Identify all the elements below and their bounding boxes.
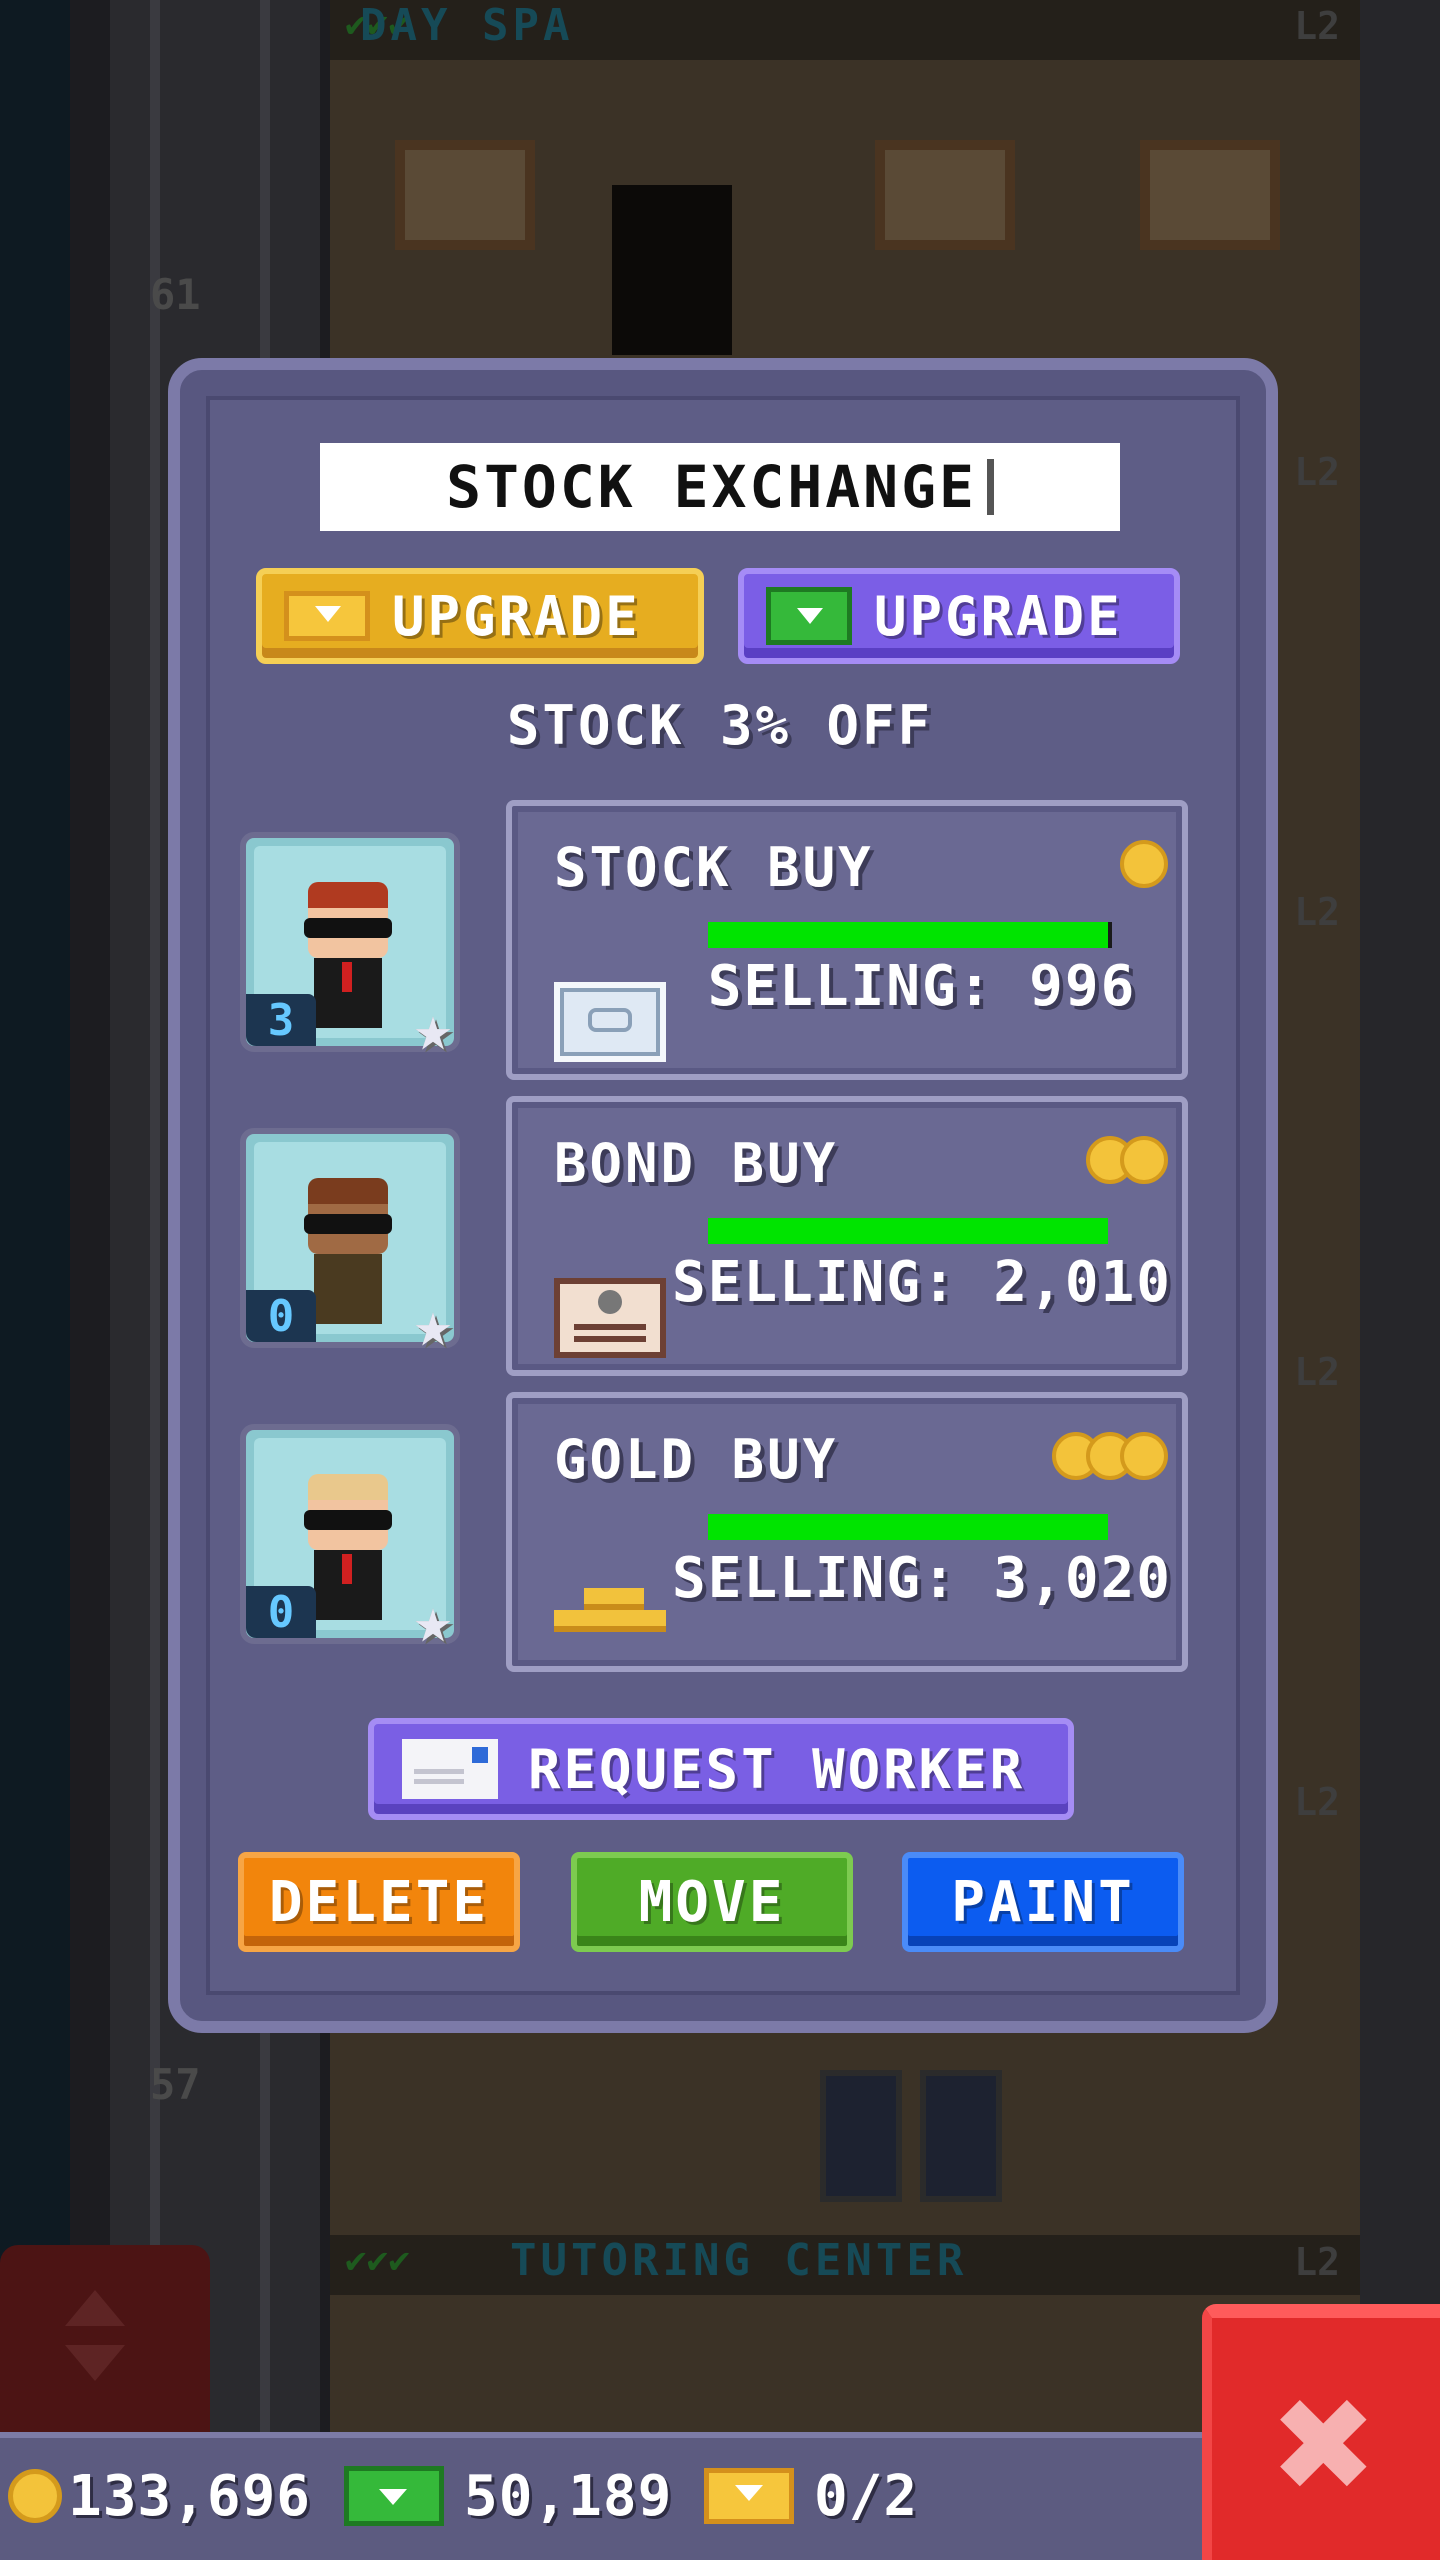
stock-progress-bar [708,1218,1108,1244]
product-coin-cost [1052,1432,1168,1486]
text-cursor [986,459,994,515]
product-name: BOND BUY [554,1132,839,1195]
wall-window [820,2070,902,2202]
vip-counter: 0/2 [704,2460,918,2532]
delete-label: DELETE [268,1869,490,1935]
coin-icon [1120,840,1168,888]
star-icon: ★ [413,1584,453,1658]
sky-strip [0,0,70,2560]
coins-counter: 133,696 [8,2460,311,2532]
wall-picture [875,140,1015,250]
close-icon: ✖ [1274,2345,1378,2543]
request-worker-button[interactable]: REQUEST WORKER [368,1718,1074,1820]
star-icon: ★ [413,992,453,1066]
worker-suit [314,1254,382,1324]
sunglasses-icon [304,918,392,938]
arrow-up-icon [65,2290,125,2326]
worker-hair [308,882,388,908]
upgrade-bux-button[interactable]: UPGRADE [256,568,704,664]
floor-number: 61 [150,270,201,319]
worker-level-badge: 0 [246,1586,316,1638]
upgrade-cash-button[interactable]: UPGRADE [738,568,1180,664]
product-name: STOCK BUY [554,836,874,899]
product-bond-buy[interactable]: BOND BUY SELLING: 2,010 [506,1096,1188,1376]
elevator-rail [150,0,160,2560]
floor-level: L2 [1294,450,1340,494]
worker-hair [308,1474,388,1500]
delete-button[interactable]: DELETE [238,1852,520,1952]
move-button[interactable]: MOVE [571,1852,853,1952]
bux-value: 50,189 [464,2463,673,2529]
cash-icon [344,2466,444,2526]
floor-checks: ✔✔✔ [345,2240,411,2281]
floor-name-top: DAY SPA [360,0,574,51]
product-gold-buy[interactable]: GOLD BUY SELLING: 3,020 [506,1392,1188,1672]
bux-icon [704,2468,794,2524]
star-icon: ★ [413,1288,453,1362]
product-stock-buy[interactable]: STOCK BUY SELLING: 996 [506,800,1188,1080]
floor-level: L2 [1294,890,1340,934]
upgrade-cash-label: UPGRADE [874,584,1123,648]
floor-name-text: STOCK EXCHANGE [446,453,977,521]
worker-slot-3[interactable]: 0 ★ [240,1424,460,1653]
worker-slot-2[interactable]: 0 ★ [240,1128,460,1357]
sunglasses-icon [304,1510,392,1530]
coin-icon [8,2469,62,2523]
request-worker-label: REQUEST WORKER [528,1737,1026,1801]
product-selling-text: SELLING: 2,010 [672,1250,1173,1315]
coin-icon [1120,1432,1168,1480]
paint-button[interactable]: PAINT [902,1852,1184,1952]
floor-level: L2 [1294,1350,1340,1394]
wall-picture [1140,140,1280,250]
move-label: MOVE [638,1869,786,1935]
worker-slot-1[interactable]: 3 ★ [240,832,460,1061]
coin-icon [1120,1136,1168,1184]
bux-counter: 50,189 [344,2460,672,2532]
doorway [612,185,732,355]
product-coin-cost [1086,1136,1168,1190]
floor-level: L2 [1294,1780,1340,1824]
stock-progress-bar [708,922,1112,948]
paint-label: PAINT [951,1869,1135,1935]
gold-bars-icon [554,1588,666,1648]
wall-window [920,2070,1002,2202]
product-selling-text: SELLING: 996 [707,954,1137,1019]
floor-number: 57 [150,2060,201,2109]
vip-value: 0/2 [814,2463,919,2529]
wall-picture [395,140,535,250]
stock-progress-bar [708,1514,1108,1540]
worker-tie [342,1554,352,1584]
product-coin-cost [1120,840,1168,894]
bond-icon [554,1278,666,1358]
stock-certificate-icon [554,982,666,1062]
close-button[interactable]: ✖ [1202,2304,1440,2560]
scroll-strip [1360,0,1440,2560]
arrow-down-icon [65,2345,125,2381]
floor-name-input[interactable]: STOCK EXCHANGE [320,443,1120,531]
worker-level-badge: 0 [246,1290,316,1342]
bux-icon [284,591,370,641]
floor-level-bottom: L2 [1294,2240,1340,2284]
worker-level-badge: 3 [246,994,316,1046]
upgrade-bux-label: UPGRADE [392,584,641,648]
floor-name-bottom: TUTORING CENTER [510,2235,968,2286]
worker-hair [308,1178,388,1204]
floor-level-top: L2 [1294,4,1340,48]
product-selling-text: SELLING: 3,020 [672,1546,1173,1611]
coins-value: 133,696 [68,2463,312,2529]
envelope-icon [402,1739,498,1799]
discount-text: STOCK 3% OFF [506,694,934,757]
cash-icon [766,587,852,645]
worker-tie [342,962,352,992]
product-name: GOLD BUY [554,1428,839,1491]
sunglasses-icon [304,1214,392,1234]
